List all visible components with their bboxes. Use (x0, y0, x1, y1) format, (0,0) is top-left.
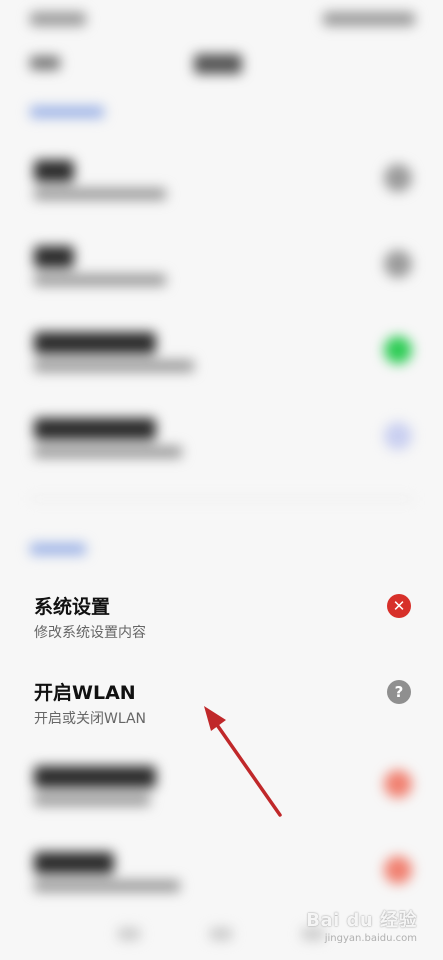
permission-title: 系统设置 (34, 596, 111, 618)
permission-subtitle: 修改系统设置内容 (34, 625, 146, 641)
status-bar (0, 0, 443, 40)
blurred-permission-row[interactable] (0, 242, 443, 312)
status-icons-blurred (323, 12, 415, 26)
permission-row-system-settings[interactable]: 系统设置 修改系统设置内容 ✕ (0, 592, 443, 672)
baidu-jingyan-watermark: Bai du 经验 jingyan.baidu.com (306, 906, 417, 944)
close-circle-icon[interactable]: ✕ (387, 594, 411, 618)
status-icon-blurred (384, 336, 412, 364)
blurred-permission-row[interactable] (0, 156, 443, 226)
status-icon-blurred (384, 250, 412, 278)
back-icon[interactable] (30, 56, 60, 70)
blurred-permission-row[interactable] (0, 762, 443, 832)
status-icon-blurred (384, 164, 412, 192)
status-icon-blurred (384, 856, 412, 884)
divider (30, 498, 413, 500)
status-time-blurred (30, 12, 86, 26)
permission-title: 开启WLAN (34, 682, 136, 704)
section-header-blurred (30, 543, 86, 555)
watermark-logo: Bai du 经验 (306, 910, 417, 931)
app-bar (0, 44, 443, 84)
blurred-permission-row[interactable] (0, 328, 443, 398)
status-icon-blurred (384, 770, 412, 798)
page-title-blurred (194, 54, 242, 74)
status-icon-blurred (384, 422, 412, 450)
section-header-blurred (30, 106, 104, 118)
permission-subtitle: 开启或关闭WLAN (34, 711, 147, 727)
blurred-permission-row[interactable] (0, 414, 443, 484)
question-circle-icon[interactable]: ? (387, 680, 411, 704)
watermark-url: jingyan.baidu.com (324, 933, 417, 944)
permission-row-wlan[interactable]: 开启WLAN 开启或关闭WLAN ? (0, 678, 443, 758)
app-permission-screen: 系统设置 修改系统设置内容 ✕ 开启WLAN 开启或关闭WLAN ? Bai d… (0, 0, 443, 960)
